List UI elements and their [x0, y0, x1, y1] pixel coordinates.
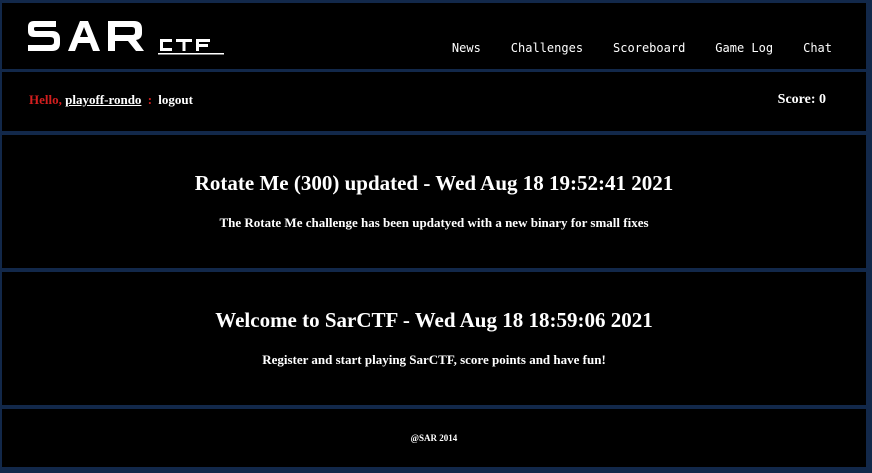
page: News Challenges Scoreboard Game Log Chat…	[0, 0, 872, 473]
header: News Challenges Scoreboard Game Log Chat	[2, 3, 866, 69]
news-item: Welcome to SarCTF - Wed Aug 18 18:59:06 …	[2, 272, 866, 405]
news-title: Welcome to SarCTF - Wed Aug 18 18:59:06 …	[215, 308, 653, 332]
main-nav: News Challenges Scoreboard Game Log Chat	[452, 41, 832, 55]
nav-scoreboard[interactable]: Scoreboard	[613, 41, 685, 55]
score-display: Score: 0	[777, 92, 826, 107]
nav-challenges[interactable]: Challenges	[511, 41, 583, 55]
footer: @SAR 2014	[2, 409, 866, 467]
news-title: Rotate Me (300) updated - Wed Aug 18 19:…	[194, 171, 674, 195]
logout-link[interactable]: logout	[158, 92, 193, 107]
sarctf-logo[interactable]	[26, 17, 226, 57]
news-body: Register and start playing SarCTF, score…	[262, 352, 606, 367]
news-body: The Rotate Me challenge has been updatye…	[219, 215, 649, 230]
separator: :	[147, 92, 153, 107]
username-link[interactable]: playoff-rondo	[65, 92, 141, 107]
nav-chat[interactable]: Chat	[803, 41, 832, 55]
nav-game-log[interactable]: Game Log	[715, 41, 773, 55]
footer-copyright: @SAR 2014	[410, 433, 458, 443]
news-item: Rotate Me (300) updated - Wed Aug 18 19:…	[2, 135, 866, 268]
user-bar: Hello, playoff-rondo : logout Score: 0	[2, 72, 866, 131]
hello-label: Hello,	[29, 92, 62, 107]
nav-news[interactable]: News	[452, 41, 481, 55]
greeting: Hello, playoff-rondo : logout	[29, 92, 193, 108]
